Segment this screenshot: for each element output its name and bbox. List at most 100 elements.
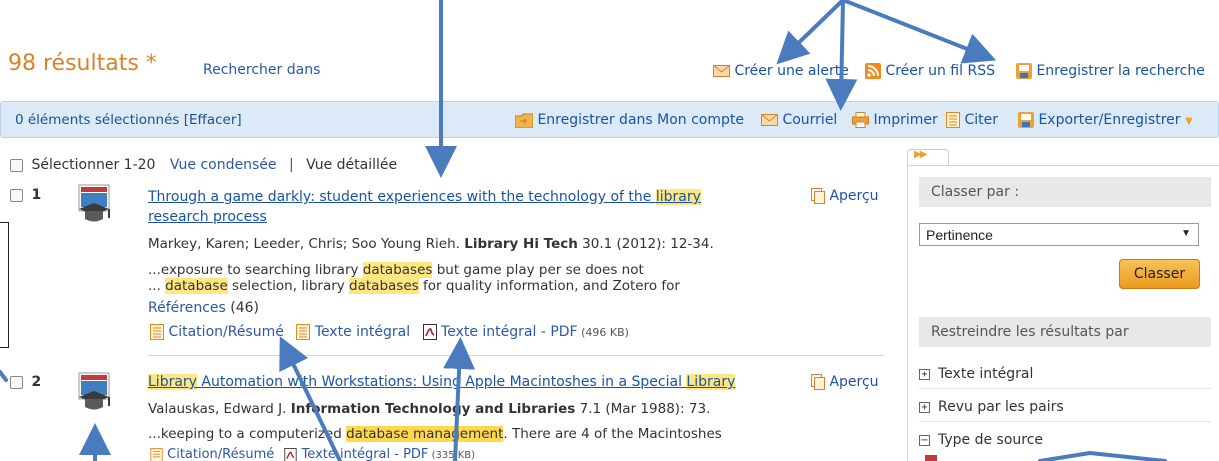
- full-text-label: Texte intégral: [314, 324, 411, 340]
- result-title-highlight: library: [655, 189, 701, 205]
- snippet-text: selection, library: [227, 278, 350, 294]
- result-snippet: ...exposure to searching library databas…: [148, 262, 680, 294]
- dissertation-type-icon[interactable]: [75, 184, 113, 228]
- sidebar-collapse-tab[interactable]: ▶▶: [907, 149, 949, 166]
- envelope-icon: [761, 114, 778, 126]
- create-rss-link[interactable]: Créer un fil RSS: [865, 63, 995, 79]
- envelope-icon: [713, 65, 730, 77]
- references-link[interactable]: Références: [148, 300, 226, 316]
- facet-label: Revu par les pairs: [938, 399, 1064, 415]
- email-label: Courriel: [782, 112, 838, 128]
- result-number: 1: [31, 187, 42, 203]
- result-links: Citation/Résumé Texte intégral - PDF (33…: [150, 447, 475, 461]
- pdf-icon: [284, 447, 298, 461]
- cite-label: Citer: [964, 112, 998, 128]
- result-title-highlight: Library: [148, 374, 197, 390]
- condensed-view-link[interactable]: Vue condensée: [170, 157, 277, 173]
- full-text-pdf-label: Texte intégral - PDF: [441, 324, 578, 340]
- snippet-text: . There are 4 of the Macintoshes: [503, 426, 722, 442]
- result-title[interactable]: Library Automation with Workstations: Us…: [148, 374, 736, 390]
- result-pub-info: 30.1 (2012): 12-34.: [577, 236, 714, 252]
- preview-icon: [811, 374, 825, 390]
- result-citation-line: Valauskas, Edward J. Information Technol…: [148, 401, 710, 417]
- print-label: Imprimer: [873, 112, 938, 128]
- result-authors: Markey, Karen; Leeder, Chris; Soo Young …: [148, 236, 465, 252]
- result-title-text: Through a game darkly: student experienc…: [148, 189, 656, 205]
- references: Références (46): [148, 300, 259, 316]
- pdf-size: (335 KB): [428, 450, 476, 461]
- result-number: 2: [31, 374, 42, 390]
- save-search-label: Enregistrer la recherche: [1036, 63, 1205, 79]
- view-controls: Sélectionner 1-20 Vue condensée | Vue dé…: [10, 157, 397, 173]
- citation-abstract-link[interactable]: Citation/Résumé: [150, 447, 278, 461]
- result-snippet: ...keeping to a computerized database ma…: [148, 426, 722, 442]
- chevron-down-icon: ▼: [1181, 228, 1191, 239]
- save-to-account-link[interactable]: Enregistrer dans Mon compte: [515, 112, 744, 128]
- print-link[interactable]: Imprimer: [852, 112, 938, 128]
- pdf-size: (496 KB): [577, 326, 629, 339]
- document-lines-icon: [946, 112, 960, 128]
- dissertation-type-icon[interactable]: [75, 372, 113, 416]
- facet-label: Type de source: [938, 432, 1044, 448]
- create-alert-label: Créer une alerte: [734, 63, 849, 79]
- view-separator: |: [288, 157, 294, 173]
- sort-select[interactable]: Pertinence ▼: [919, 223, 1199, 246]
- save-to-account-label: Enregistrer dans Mon compte: [537, 112, 745, 128]
- result-divider: [148, 355, 884, 356]
- results-count: 98 résultats *: [8, 51, 157, 76]
- result-checkbox[interactable]: [10, 375, 23, 389]
- result-pub-info: 7.1 (Mar 1988): 73.: [575, 401, 711, 417]
- double-chevron-right-icon: ▶▶: [914, 149, 927, 160]
- full-text-link[interactable]: Texte intégral: [296, 324, 414, 340]
- facet-full-text[interactable]: + Texte intégral: [919, 366, 1211, 389]
- save-search-link[interactable]: Enregistrer la recherche: [1016, 63, 1205, 79]
- create-rss-label: Créer un fil RSS: [885, 63, 995, 79]
- preview-link[interactable]: Aperçu: [811, 188, 879, 204]
- snippet-highlight: database: [165, 278, 228, 294]
- result-links: Citation/Résumé Texte intégral Texte int…: [150, 324, 629, 340]
- result-title-text: research process: [148, 209, 267, 225]
- create-alert-link[interactable]: Créer une alerte: [713, 63, 849, 79]
- cite-link[interactable]: Citer: [946, 112, 998, 128]
- document-lines-icon: [296, 324, 311, 340]
- clipped-panel: [0, 222, 9, 348]
- preview-label: Aperçu: [829, 374, 879, 390]
- export-label: Exporter/Enregistrer: [1038, 112, 1181, 128]
- full-text-pdf-label: Texte intégral - PDF: [301, 447, 429, 461]
- snippet-highlight: database management: [346, 426, 504, 442]
- full-text-pdf-link[interactable]: Texte intégral - PDF (335 KB): [284, 447, 475, 461]
- pdf-icon: [422, 324, 437, 340]
- result-journal: Library Hi Tech: [464, 236, 578, 252]
- result-checkbox[interactable]: [10, 188, 23, 202]
- facet-label: Texte intégral: [938, 366, 1034, 382]
- floppy-disk-icon: [1016, 63, 1032, 79]
- facet-peer-reviewed[interactable]: + Revu par les pairs: [919, 399, 1211, 422]
- email-link[interactable]: Courriel: [761, 112, 837, 128]
- document-lines-icon: [150, 324, 164, 340]
- result-title[interactable]: Through a game darkly: student experienc…: [148, 187, 768, 227]
- snippet-text: but game play per se does not: [432, 262, 644, 278]
- export-dropdown[interactable]: Exporter/Enregistrer ▼: [1018, 112, 1193, 128]
- floppy-disk-icon: [1018, 112, 1034, 128]
- expand-plus-icon: +: [919, 368, 930, 380]
- result-1-select: 1: [10, 187, 41, 203]
- full-text-pdf-link[interactable]: Texte intégral - PDF (496 KB): [422, 324, 629, 340]
- citation-abstract-label: Citation/Résumé: [168, 324, 284, 340]
- facet-source-type[interactable]: − Type de source: [919, 432, 1043, 448]
- result-title-text: Automation with Workstations: Using Appl…: [196, 374, 687, 390]
- restrict-heading: Restreindre les résultats par: [919, 317, 1211, 347]
- result-citation-line: Markey, Karen; Leeder, Chris; Soo Young …: [148, 236, 714, 252]
- snippet-text: for quality information, and Zotero for: [418, 278, 680, 294]
- source-type-icon: [925, 455, 937, 461]
- preview-label: Aperçu: [829, 188, 879, 204]
- selected-count[interactable]: 0 éléments sélectionnés [Effacer]: [15, 112, 242, 128]
- snippet-highlight: databases: [349, 278, 419, 294]
- preview-link[interactable]: Aperçu: [811, 374, 879, 390]
- search-within-link[interactable]: Rechercher dans: [203, 62, 320, 78]
- citation-abstract-link[interactable]: Citation/Résumé: [150, 324, 288, 340]
- detailed-view-label: Vue détaillée: [306, 157, 398, 173]
- sort-button[interactable]: Classer: [1119, 259, 1200, 289]
- chevron-down-icon: ▼: [1184, 116, 1193, 127]
- result-journal: Information Technology and Libraries: [290, 401, 576, 417]
- select-all-checkbox[interactable]: [10, 158, 23, 172]
